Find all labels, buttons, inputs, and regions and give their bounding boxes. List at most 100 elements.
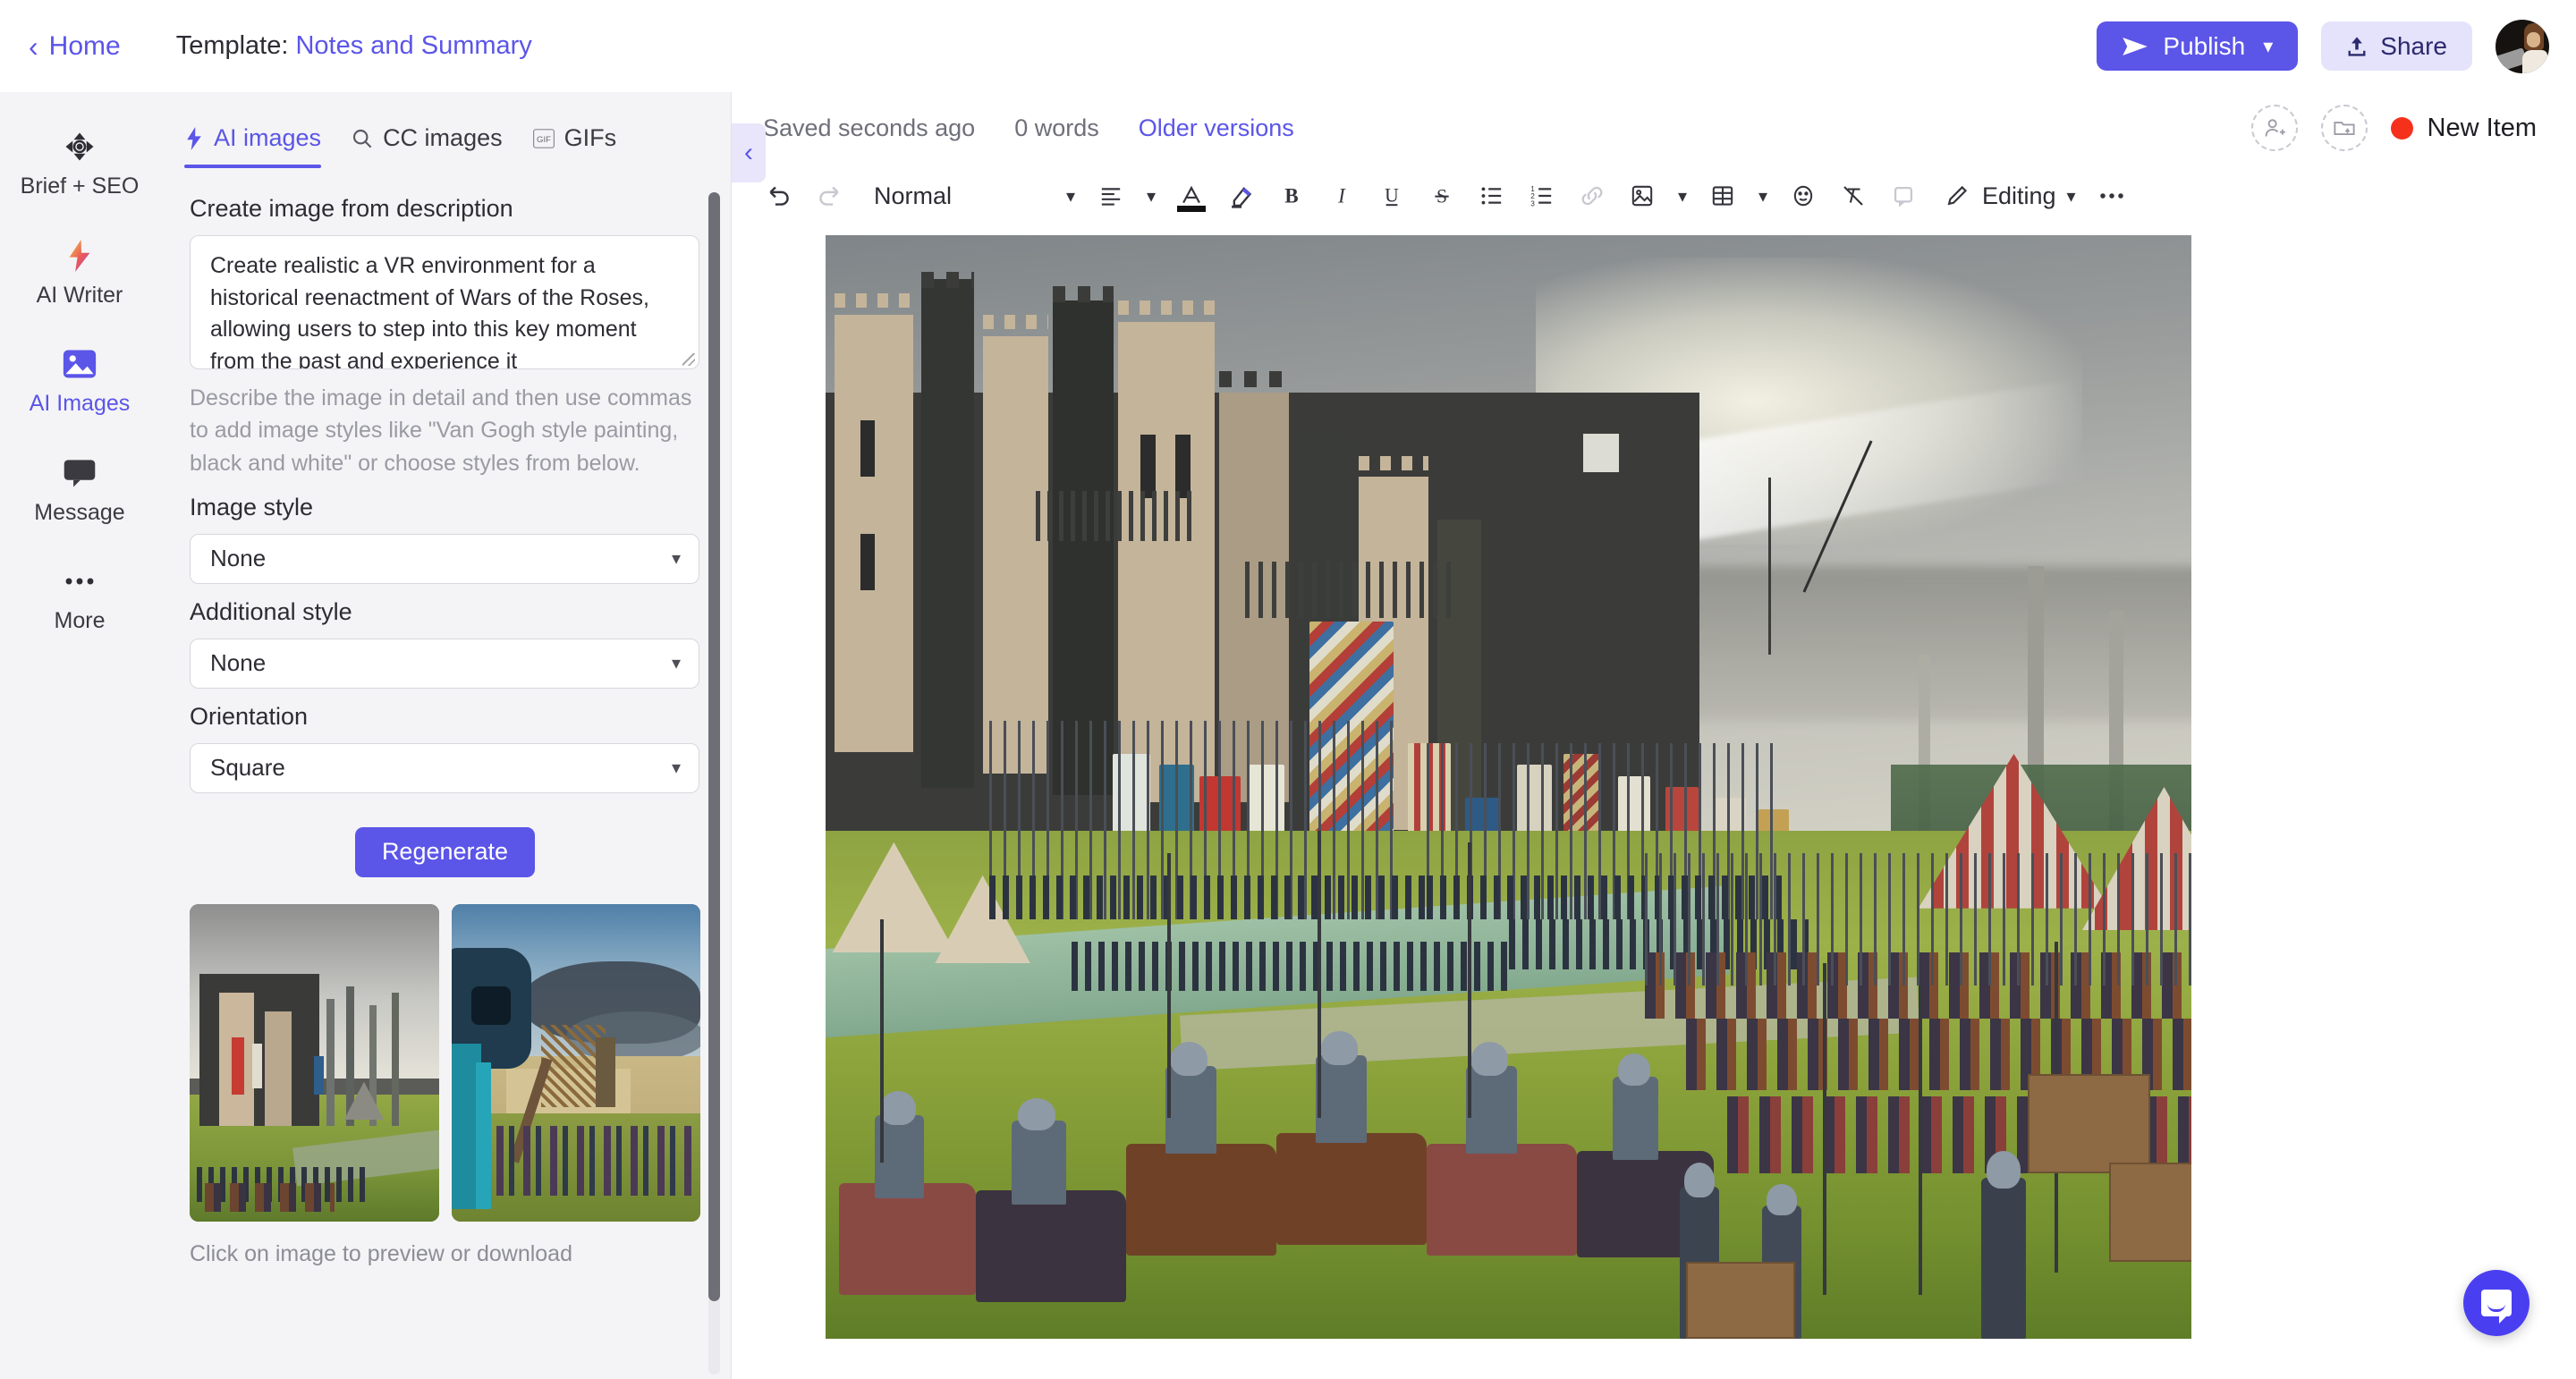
art-lance (1918, 986, 1922, 1295)
share-button[interactable]: Share (2321, 21, 2472, 71)
collapse-panel-button[interactable]: ‹ (732, 123, 766, 182)
art-helmet (1617, 1053, 1651, 1087)
art-window (1140, 435, 1157, 499)
art-crate (1686, 1261, 1796, 1339)
avatar-photo-face (2527, 31, 2540, 47)
orientation-label: Orientation (190, 702, 309, 730)
publish-label: Publish (2163, 31, 2246, 60)
word-count: 0 words (1014, 114, 1099, 141)
sidebar-item-brief-seo[interactable]: Brief + SEO (4, 117, 156, 210)
align-caret-icon[interactable]: ▾ (1136, 171, 1166, 221)
bold-button[interactable]: B (1267, 171, 1317, 221)
art-roof-spikes (1035, 491, 1193, 541)
thumbnail-image-2[interactable] (451, 903, 700, 1222)
svg-text:3: 3 (1530, 199, 1535, 207)
insert-table-button[interactable] (1698, 171, 1748, 221)
publish-button[interactable]: Publish ▾ (2097, 21, 2299, 71)
bullet-list-button[interactable] (1467, 171, 1517, 221)
art-crenellation (1118, 300, 1215, 316)
insert-image-button[interactable] (1617, 171, 1667, 221)
link-button[interactable] (1567, 171, 1617, 221)
template-breadcrumb: Template: Notes and Summary (176, 31, 532, 61)
sidebar-item-ai-images[interactable]: AI Images (4, 334, 156, 427)
thumb1-spire (326, 999, 335, 1127)
art-crenellation (834, 293, 913, 309)
font-color-swatch (1177, 206, 1207, 212)
align-button[interactable] (1086, 171, 1136, 221)
table-caret-icon[interactable]: ▾ (1748, 171, 1778, 221)
underline-button[interactable]: U (1367, 171, 1417, 221)
template-name-link[interactable]: Notes and Summary (295, 31, 531, 60)
highlight-button[interactable] (1216, 171, 1267, 221)
art-rider (1612, 1077, 1659, 1161)
tab-ai-images[interactable]: AI images (184, 124, 322, 168)
tab-gifs[interactable]: GIF GIFs (532, 124, 616, 168)
art-crenellation (1218, 371, 1289, 388)
image-style-select[interactable]: None ▾ (190, 533, 699, 584)
orientation-select[interactable]: Square ▾ (190, 742, 699, 793)
editing-mode-button[interactable]: Editing (1928, 182, 2056, 210)
svg-text:I: I (1337, 185, 1346, 207)
user-avatar[interactable] (2496, 19, 2549, 73)
status-badge[interactable]: New Item (2390, 113, 2537, 143)
art-roof-spikes (1245, 562, 1455, 619)
art-horse (1275, 1132, 1427, 1245)
art-horse (975, 1190, 1126, 1302)
additional-style-select[interactable]: None ▾ (190, 638, 699, 689)
art-rider (1315, 1055, 1367, 1143)
inserted-image[interactable] (826, 235, 2191, 1339)
app-root: ‹ Home Template: Notes and Summary Publi… (0, 0, 2576, 1379)
panel-scrollbar-track[interactable] (708, 192, 720, 1375)
font-color-button[interactable] (1166, 171, 1216, 221)
editing-mode-label: Editing (1982, 182, 2056, 209)
status-label: New Item (2427, 113, 2537, 142)
numbered-list-button[interactable]: 1 2 3 (1517, 171, 1567, 221)
upload-icon (2346, 35, 2368, 58)
top-bar-actions: Publish ▾ Share (2097, 19, 2549, 73)
move-to-folder-button[interactable] (2320, 105, 2368, 151)
additional-style-label: Additional style (190, 597, 352, 625)
chat-launcher-button[interactable] (2463, 1270, 2529, 1336)
editing-mode-caret-icon[interactable]: ▾ (2056, 171, 2087, 221)
block-style-select[interactable]: Normal (854, 182, 968, 210)
italic-button[interactable]: I (1317, 171, 1367, 221)
more-options-button[interactable] (2087, 171, 2137, 221)
panel-scrollbar-thumb[interactable] (708, 192, 720, 1301)
sidebar-item-more[interactable]: More (4, 552, 156, 645)
sidebar-item-message[interactable]: Message (4, 444, 156, 537)
gif-icon: GIF (532, 128, 555, 148)
image-caret-icon[interactable]: ▾ (1667, 171, 1698, 221)
redo-button[interactable] (804, 171, 854, 221)
thumb1-keep-2 (264, 1011, 292, 1127)
editor-header: Saved seconds ago 0 words Older versions (733, 92, 2576, 164)
art-crenellation (982, 314, 1049, 329)
sidebar-item-ai-writer[interactable]: AI Writer (4, 226, 156, 319)
prompt-text: Create realistic a VR environment for a … (210, 253, 649, 369)
chevron-down-icon: ▾ (2263, 34, 2274, 57)
chevron-down-icon: ▾ (671, 549, 681, 570)
panel-body: Create image from description Create rea… (159, 168, 731, 1267)
art-body (1981, 1177, 2026, 1339)
regenerate-button[interactable]: Regenerate (354, 826, 536, 877)
art-knight (839, 1091, 976, 1339)
strikethrough-button[interactable]: S (1417, 171, 1467, 221)
resize-handle[interactable] (682, 353, 695, 366)
emoji-button[interactable] (1778, 171, 1828, 221)
tab-cc-images[interactable]: CC images (352, 124, 503, 168)
lightning-icon (61, 237, 98, 275)
thumb1-banner (232, 1036, 245, 1095)
block-style-caret-icon[interactable]: ▾ (1055, 171, 1086, 221)
comment-button[interactable] (1878, 171, 1928, 221)
prompt-textarea[interactable]: Create realistic a VR environment for a … (190, 235, 699, 369)
generated-thumbnails (190, 903, 700, 1222)
art-lance (1317, 831, 1321, 1119)
home-link[interactable]: ‹ Home (29, 31, 121, 62)
template-prefix: Template: (175, 31, 289, 60)
art-helmet (1986, 1151, 2021, 1189)
older-versions-link[interactable]: Older versions (1139, 114, 1294, 142)
art-flagpole (1570, 434, 1573, 588)
thumbnail-image-1[interactable] (190, 903, 439, 1222)
add-collaborator-button[interactable] (2250, 105, 2298, 151)
chat-icon (61, 454, 98, 492)
clear-format-button[interactable] (1828, 171, 1878, 221)
